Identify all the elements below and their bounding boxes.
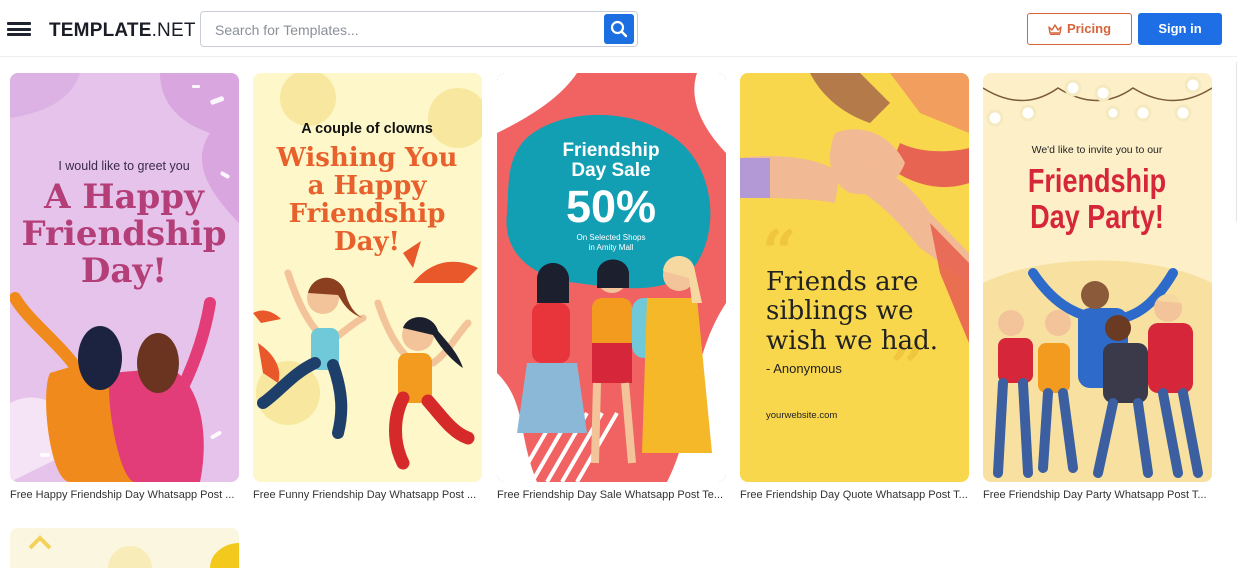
template-caption[interactable]: Free Funny Friendship Day Whatsapp Post … (253, 489, 487, 501)
template-thumbnail: I would like to greet you A Happy Friend… (10, 73, 239, 482)
svg-text:Day!: Day! (334, 227, 400, 257)
svg-text:Day Sale: Day Sale (571, 160, 650, 181)
crown-icon (1048, 24, 1062, 36)
svg-text:A couple of clowns: A couple of clowns (301, 121, 433, 137)
template-thumbnail (10, 528, 239, 568)
svg-text:wish we had.: wish we had. (766, 326, 938, 356)
template-card-partial[interactable] (10, 528, 239, 568)
svg-text:in Amity Mall: in Amity Mall (589, 243, 634, 252)
svg-text:Friendship: Friendship (562, 140, 659, 161)
site-logo[interactable]: TEMPLATE.NET (49, 20, 196, 42)
template-thumbnail: We'd like to invite you to our Friendshi… (983, 73, 1212, 482)
search-button[interactable] (604, 14, 634, 44)
hamburger-menu-icon[interactable] (7, 22, 31, 36)
template-caption[interactable]: Free Friendship Day Party Whatsapp Post … (983, 489, 1217, 501)
svg-text:- Anonymous: - Anonymous (766, 361, 842, 376)
search-input[interactable] (215, 20, 595, 40)
svg-text:Day Party!: Day Party! (1030, 200, 1164, 236)
svg-text:Wishing You: Wishing You (276, 143, 458, 173)
svg-text:On Selected Shops: On Selected Shops (577, 233, 646, 242)
template-card-friendship-party[interactable]: We'd like to invite you to our Friendshi… (983, 73, 1212, 482)
svg-text:yourwebsite.com: yourwebsite.com (766, 410, 837, 421)
svg-text:I would like to greet you: I would like to greet you (58, 159, 189, 173)
template-thumbnail: “ ” Friends are siblings we wish we had.… (740, 73, 969, 482)
svg-text:Friendship: Friendship (21, 214, 226, 254)
sign-in-button[interactable]: Sign in (1138, 13, 1222, 45)
template-card-funny-friendship[interactable]: A couple of clowns Wishing You a Happy F… (253, 73, 482, 482)
svg-text:Day!: Day! (81, 251, 167, 291)
template-card-happy-friendship[interactable]: I would like to greet you A Happy Friend… (10, 73, 239, 482)
template-card-friendship-sale[interactable]: Friendship Day Sale 50% On Selected Shop… (497, 73, 726, 482)
pricing-button[interactable]: Pricing (1027, 13, 1132, 45)
top-header: TEMPLATE.NET Pricing Sign in (0, 0, 1237, 57)
search-icon (610, 20, 628, 38)
template-card-friendship-quote[interactable]: “ ” Friends are siblings we wish we had.… (740, 73, 969, 482)
template-thumbnail: A couple of clowns Wishing You a Happy F… (253, 73, 482, 482)
svg-text:a Happy: a Happy (308, 171, 428, 201)
svg-text:siblings we: siblings we (766, 296, 914, 326)
svg-text:Friendship: Friendship (1028, 164, 1166, 200)
template-caption[interactable]: Free Friendship Day Sale Whatsapp Post T… (497, 489, 731, 501)
svg-text:50%: 50% (566, 181, 656, 232)
template-thumbnail: Friendship Day Sale 50% On Selected Shop… (497, 73, 726, 482)
search-bar (200, 11, 638, 47)
svg-text:A Happy: A Happy (43, 177, 205, 217)
svg-text:We'd like to invite you to our: We'd like to invite you to our (1032, 144, 1163, 156)
svg-text:Friendship: Friendship (289, 199, 446, 229)
svg-text:Friends are: Friends are (766, 267, 918, 297)
template-caption[interactable]: Free Happy Friendship Day Whatsapp Post … (10, 489, 244, 501)
template-caption[interactable]: Free Friendship Day Quote Whatsapp Post … (740, 489, 974, 501)
